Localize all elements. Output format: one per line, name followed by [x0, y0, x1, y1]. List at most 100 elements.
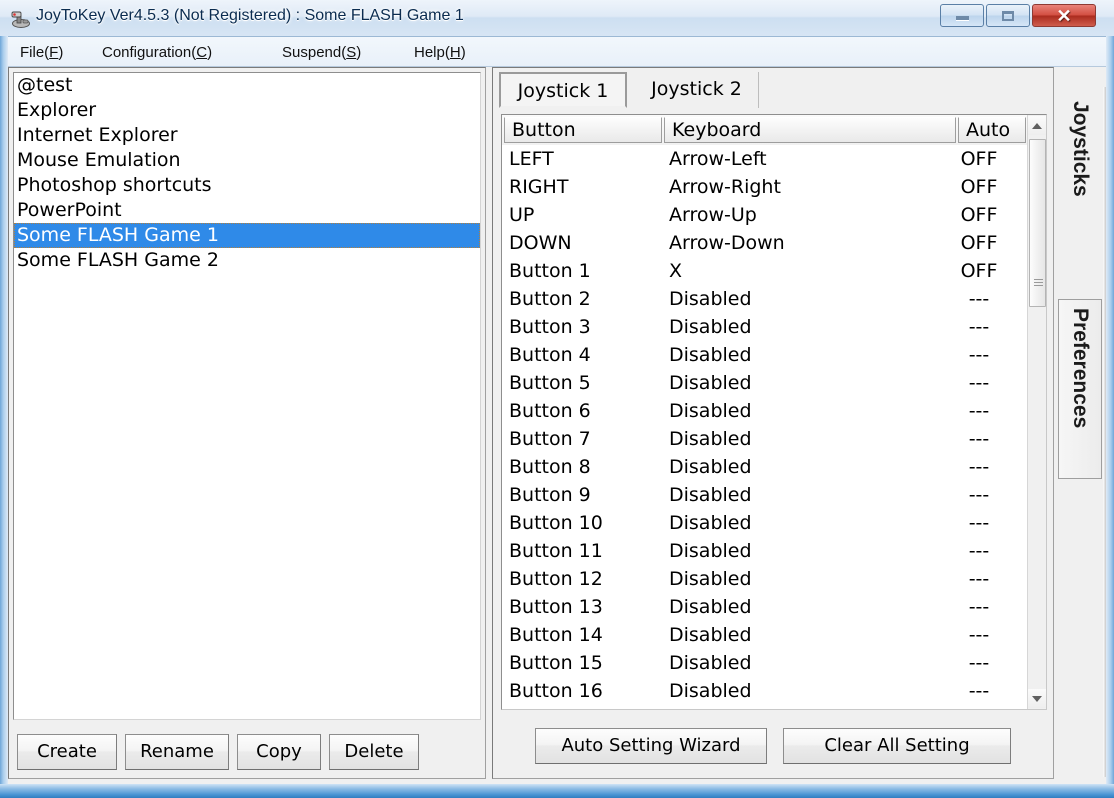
close-button[interactable]: ✕: [1032, 4, 1096, 27]
menu-item-configuration[interactable]: Configuration(C): [98, 42, 216, 63]
cell-button: DOWN: [509, 232, 572, 254]
cell-keyboard: Disabled: [669, 484, 752, 506]
mapping-table-row[interactable]: Button 13 Disabled ---: [502, 594, 1029, 622]
cell-keyboard: Disabled: [669, 400, 752, 422]
mapping-table-row[interactable]: Button 8 Disabled ---: [502, 454, 1029, 482]
scrollbar-thumb[interactable]: [1029, 139, 1046, 307]
mapping-table-row[interactable]: Button 10 Disabled ---: [502, 510, 1029, 538]
cell-button: Button 14: [509, 624, 603, 646]
cell-keyboard: Disabled: [669, 344, 752, 366]
cell-auto: ---: [968, 652, 990, 674]
tab-joystick-2[interactable]: Joystick 2: [635, 72, 759, 108]
menu-bar: File(F) Configuration(C) Suspend(S) Help…: [8, 36, 1106, 67]
mapping-table[interactable]: Button Keyboard Auto LEFT Arrow-Left OFF RI…: [501, 114, 1047, 710]
minimize-button[interactable]: [940, 4, 984, 27]
cell-button: Button 5: [509, 372, 591, 394]
column-header-auto[interactable]: Auto: [958, 117, 1026, 143]
column-header-button[interactable]: Button: [504, 117, 662, 143]
clear-all-setting-button[interactable]: Clear All Setting: [783, 728, 1011, 764]
cell-button: Button 15: [509, 652, 603, 674]
menu-item-suspend[interactable]: Suspend(S): [278, 42, 365, 63]
cell-auto: ---: [968, 512, 990, 534]
profile-list-item[interactable]: Explorer: [14, 98, 480, 123]
mapping-table-row[interactable]: Button 15 Disabled ---: [502, 650, 1029, 678]
scroll-down-arrow-icon[interactable]: [1028, 689, 1046, 708]
mapping-table-row[interactable]: Button 4 Disabled ---: [502, 342, 1029, 370]
side-tab-rail: [1103, 87, 1106, 777]
profile-list-item[interactable]: PowerPoint: [14, 198, 480, 223]
mapping-table-row[interactable]: Button 11 Disabled ---: [502, 538, 1029, 566]
cell-button: Button 3: [509, 316, 591, 338]
maximize-button[interactable]: [986, 4, 1030, 27]
mapping-table-row[interactable]: Button 6 Disabled ---: [502, 398, 1029, 426]
auto-setting-wizard-button[interactable]: Auto Setting Wizard: [535, 728, 767, 764]
column-header-keyboard[interactable]: Keyboard: [664, 117, 956, 143]
delete-button[interactable]: Delete: [329, 734, 419, 770]
cell-keyboard: Disabled: [669, 652, 752, 674]
mapping-table-row[interactable]: Button 12 Disabled ---: [502, 566, 1029, 594]
side-tab-strip: Joysticks Preferences: [1054, 67, 1106, 779]
cell-button: RIGHT: [509, 176, 569, 198]
menu-item-help[interactable]: Help(H): [410, 42, 470, 63]
cell-button: Button 7: [509, 428, 591, 450]
cell-keyboard: Disabled: [669, 568, 752, 590]
profile-list[interactable]: @test Explorer Internet Explorer Mouse Emul…: [13, 72, 481, 720]
mapping-table-row[interactable]: Button 14 Disabled ---: [502, 622, 1029, 650]
rename-button[interactable]: Rename: [125, 734, 229, 770]
cell-auto: ---: [968, 540, 990, 562]
mapping-table-row[interactable]: Button 9 Disabled ---: [502, 482, 1029, 510]
mapping-table-row[interactable]: Button 3 Disabled ---: [502, 314, 1029, 342]
mapping-table-row[interactable]: Button 7 Disabled ---: [502, 426, 1029, 454]
mapping-table-row[interactable]: UP Arrow-Up OFF: [502, 202, 1029, 230]
profile-list-item[interactable]: Some FLASH Game 2: [14, 248, 480, 273]
cell-auto: ---: [942, 708, 1016, 709]
menu-item-file[interactable]: File(F): [16, 42, 67, 63]
window-frame-right: [1106, 34, 1114, 798]
side-tab-joysticks[interactable]: Joysticks: [1058, 93, 1102, 293]
title-bar[interactable]: JoyToKey Ver4.5.3 (Not Registered) : Som…: [0, 0, 1114, 36]
mapping-table-row[interactable]: Button 2 Disabled ---: [502, 286, 1029, 314]
cell-button: Button 16: [509, 680, 603, 702]
cell-auto: OFF: [960, 260, 998, 282]
profile-list-item[interactable]: @test: [14, 73, 480, 98]
profile-list-item[interactable]: Internet Explorer: [14, 123, 480, 148]
profile-list-item[interactable]: Some FLASH Game 1: [14, 223, 480, 248]
cell-keyboard: Arrow-Down: [669, 232, 785, 254]
client-area: @test Explorer Internet Explorer Mouse Emul…: [8, 66, 1106, 784]
create-button[interactable]: Create: [17, 734, 117, 770]
cell-auto: ---: [968, 596, 990, 618]
side-tab-preferences[interactable]: Preferences: [1058, 299, 1102, 479]
mapping-table-row[interactable]: DOWN Arrow-Down OFF: [502, 230, 1029, 258]
mapping-table-row[interactable]: Button 16 Disabled ---: [502, 678, 1029, 706]
cell-auto: ---: [968, 456, 990, 478]
cell-button: Button 13: [509, 596, 603, 618]
profile-list-item[interactable]: Photoshop shortcuts: [14, 173, 480, 198]
cell-button: Button 4: [509, 344, 591, 366]
mapping-table-row[interactable]: RIGHT Arrow-Right OFF: [502, 174, 1029, 202]
cell-auto: OFF: [960, 148, 998, 170]
mapping-table-header: Button Keyboard Auto: [502, 115, 1046, 145]
profile-button-bar: Create Rename Copy Delete: [17, 734, 427, 770]
window-title: JoyToKey Ver4.5.3 (Not Registered) : Som…: [36, 7, 464, 24]
cell-keyboard: Disabled: [669, 456, 752, 478]
mapping-table-row[interactable]: LEFT Arrow-Left OFF: [502, 146, 1029, 174]
tab-joystick-1[interactable]: Joystick 1: [499, 72, 627, 108]
cell-auto: ---: [968, 288, 990, 310]
cell-auto: ---: [968, 316, 990, 338]
cell-auto: ---: [968, 484, 990, 506]
mapping-table-row[interactable]: Button 1 X OFF: [502, 258, 1029, 286]
close-icon: ✕: [1056, 5, 1072, 26]
profile-list-item[interactable]: Mouse Emulation: [14, 148, 480, 173]
cell-button: LEFT: [509, 148, 554, 170]
side-tab-preferences-label: Preferences: [1069, 308, 1092, 429]
cell-keyboard: Disabled: [669, 288, 752, 310]
cell-auto: OFF: [960, 232, 998, 254]
copy-button[interactable]: Copy: [237, 734, 321, 770]
mapping-table-row[interactable]: Button 17 Disabled ---: [502, 706, 1029, 709]
mapping-table-row[interactable]: Button 5 Disabled ---: [502, 370, 1029, 398]
scroll-up-arrow-icon[interactable]: [1028, 116, 1046, 135]
vertical-scrollbar[interactable]: [1027, 115, 1046, 709]
cell-keyboard: X: [669, 260, 683, 282]
cell-keyboard: Disabled: [669, 540, 752, 562]
window-frame-bottom: [0, 784, 1114, 798]
